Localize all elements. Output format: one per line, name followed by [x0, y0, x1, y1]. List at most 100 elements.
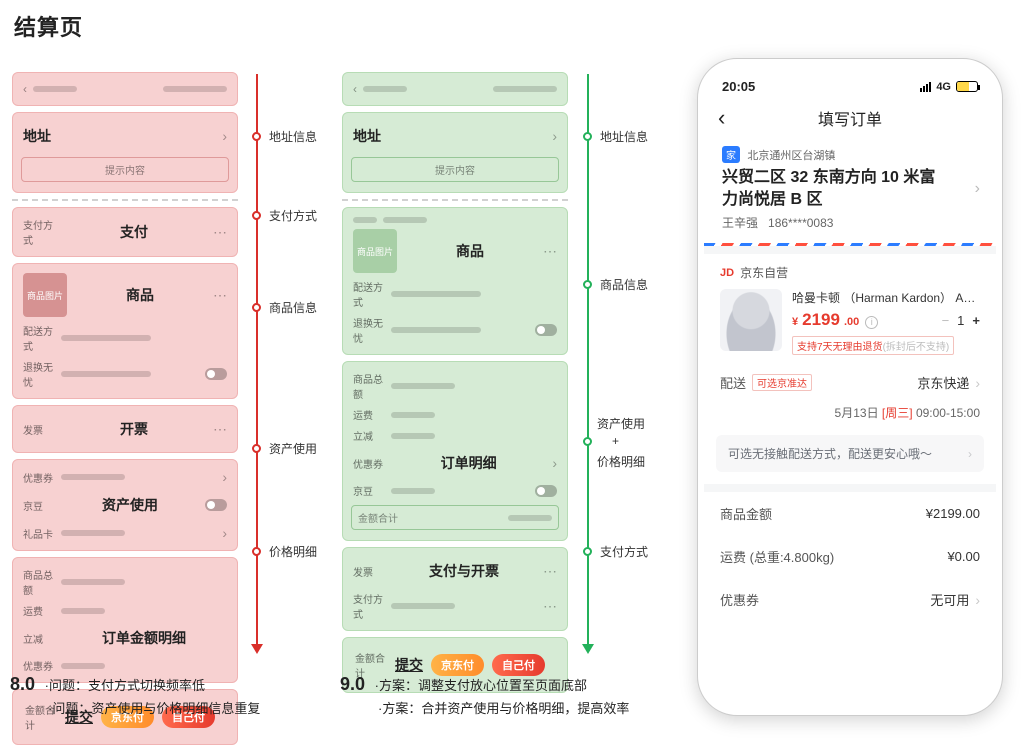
wf9-amt-disc: 立减	[353, 428, 385, 443]
notice-text: 可选无接触配送方式，配送更安心哦～	[728, 445, 932, 462]
battery-icon	[956, 81, 978, 92]
nav-bar: ‹ 填写订单	[704, 98, 996, 138]
delivery-label: 配送	[720, 373, 746, 392]
wf8-goods-card: 商品图片 商品 ⋯ 配送方式 退换无忧	[12, 263, 238, 399]
delivery-window: 5月13日 [周三] 09:00-15:00	[704, 404, 996, 431]
price-dec: .00	[844, 316, 859, 328]
annot-9-1: 商品信息	[583, 276, 648, 293]
version-9: 9.0	[340, 674, 365, 694]
chevron-right-icon: ›	[222, 469, 227, 485]
wf9-detail-title: 订单明细	[391, 449, 546, 477]
wf8-asset-title: 资产使用	[61, 491, 199, 519]
amount-ship-value: ¥0.00	[947, 549, 980, 564]
wf9-amt-ship: 运费	[353, 407, 385, 422]
wf9-amt-jingdou: 京豆	[353, 483, 385, 498]
wf8-coupon: 优惠券	[23, 470, 55, 485]
wf9-pay-card: 发票 支付与开票 ⋯ 支付方式⋯	[342, 547, 568, 631]
chevron-right-icon: ›	[552, 455, 557, 471]
info-icon[interactable]: i	[865, 316, 878, 329]
product-name: 哈曼卡顿 （Harman Kardon） Aura St...	[792, 289, 980, 306]
wf8-noworry: 退换无忧	[23, 359, 55, 389]
toggle	[205, 368, 227, 380]
address-name: 王辛强	[722, 216, 758, 230]
wf8-topbar: ‹	[12, 72, 238, 106]
wf8-address-card: 地址 › 提示内容	[12, 112, 238, 193]
product-block: JD 京东自营 哈曼卡顿 （Harman Kardon） Aura St... …	[704, 254, 996, 355]
annot-8-2: 商品信息	[252, 299, 317, 316]
contactless-notice[interactable]: 可选无接触配送方式，配送更安心哦～ ›	[716, 435, 984, 472]
qty-value: 1	[957, 313, 964, 328]
amount-goods-value: ¥2199.00	[926, 506, 980, 521]
annot-8-4: 价格明细	[252, 543, 317, 560]
toggle	[535, 324, 557, 336]
delivery-row[interactable]: 配送 可选京准达 京东快递 ›	[704, 355, 996, 404]
status-bar: 20:05 4G	[704, 67, 996, 98]
back-button[interactable]: ‹	[718, 107, 725, 129]
price-currency: ¥	[792, 316, 798, 328]
chevron-right-icon: ›	[222, 525, 227, 541]
signal-icon	[920, 82, 931, 92]
product-thumb: 商品图片	[23, 273, 67, 317]
wf8-invoice-label: 发票	[23, 422, 55, 437]
more-icon: ⋯	[543, 563, 557, 580]
wf8-amt-goods: 商品总额	[23, 567, 55, 597]
wf8-payment-card: 支付方式 支付 ⋯	[12, 207, 238, 257]
more-icon: ⋯	[213, 287, 227, 304]
wf9-amt-goods: 商品总额	[353, 371, 385, 401]
wf8-jingdou: 京豆	[23, 498, 55, 513]
caption-9: 9.0 ·方案：调整支付放心位置至页面底部 ·方案：合并资产使用与价格明细，提高…	[340, 670, 629, 720]
nav-title: 填写订单	[818, 106, 882, 130]
chevron-right-icon: ›	[552, 128, 557, 144]
amount-coupon-row[interactable]: 优惠券 无可用 ›	[704, 578, 996, 621]
wf8-pay-title: 支付	[61, 218, 207, 246]
wf9-pay-label: 支付方式	[353, 591, 385, 621]
shop-name: 京东自营	[740, 264, 788, 281]
wf9-topbar: ‹	[342, 72, 568, 106]
version-8: 8.0	[10, 674, 35, 694]
more-icon: ⋯	[543, 598, 557, 615]
more-icon: ⋯	[213, 224, 227, 241]
annot-9-5: 支付方式	[583, 543, 648, 560]
product-image	[720, 289, 782, 351]
wf8-amount-title: 订单金额明细	[61, 624, 227, 652]
annot-9-4: 价格明细	[597, 453, 645, 470]
wf8-address-title: 地址	[23, 122, 51, 150]
qty-plus[interactable]: +	[972, 313, 980, 328]
wf9-noworry: 退换无忧	[353, 315, 385, 345]
wireframe-9: ‹ 地址 › 提示内容 商品图片 商品 ⋯ 配送方式 退换无忧 商品总额 运费 …	[342, 72, 568, 699]
wf8-delivery: 配送方式	[23, 323, 55, 353]
product-row[interactable]: 哈曼卡顿 （Harman Kardon） Aura St... ¥ 2199.0…	[720, 289, 980, 355]
page-title: 结算页	[14, 10, 83, 42]
return-policy-tag: 支持7天无理由退货(拆封后不支持)	[792, 336, 954, 355]
address-phone: 186****0083	[768, 216, 833, 230]
wf8-gift: 礼品卡	[23, 526, 55, 541]
qty-minus[interactable]: −	[942, 313, 950, 328]
chevron-right-icon: ›	[975, 592, 980, 608]
chevron-right-icon: ›	[968, 447, 972, 461]
address-block[interactable]: 家 北京通州区台湖镇 兴贸二区 32 东南方向 10 米富力尚悦居 B 区 王辛…	[704, 138, 996, 243]
amount-coupon-label: 优惠券	[720, 590, 759, 609]
wireframe-8: ‹ 地址 › 提示内容 支付方式 支付 ⋯ 商品图片 商品 ⋯ 配送方式 退换无…	[12, 72, 238, 751]
wf9-invoice-label: 发票	[353, 564, 385, 579]
wf8-amt-disc: 立减	[23, 631, 55, 646]
address-street: 兴贸二区 32 东南方向 10 米富力尚悦居 B 区	[722, 167, 948, 210]
status-net: 4G	[936, 81, 951, 93]
toggle	[535, 485, 557, 497]
chevron-right-icon: ›	[975, 375, 980, 391]
phone-frame: 20:05 4G ‹ 填写订单 家 北京通州区台湖镇 兴贸二区 32 东南方向 …	[697, 58, 1003, 716]
wf8-invoice-title: 开票	[61, 415, 207, 443]
caption-8: 8.0 ·问题：支付方式切换频率低 ·问题：资产使用与价格明细信息重复	[10, 670, 260, 720]
wf8-hint: 提示内容	[21, 157, 229, 182]
amount-ship-label: 运费 (总重:4.800kg)	[720, 547, 834, 566]
product-thumb: 商品图片	[353, 229, 397, 273]
annot-9-2: 资产使用	[597, 415, 645, 432]
wf9-hint: 提示内容	[351, 157, 559, 182]
chevron-right-icon: ›	[222, 128, 227, 144]
wf9-address-card: 地址 › 提示内容	[342, 112, 568, 193]
back-icon: ‹	[23, 82, 27, 96]
wf8-pay-label: 支付方式	[23, 217, 55, 247]
amount-goods-row: 商品金额 ¥2199.00	[704, 492, 996, 535]
amount-coupon-value: 无可用	[930, 590, 969, 609]
annot-8-1: 支付方式	[252, 207, 317, 224]
arrow-8	[256, 74, 258, 646]
